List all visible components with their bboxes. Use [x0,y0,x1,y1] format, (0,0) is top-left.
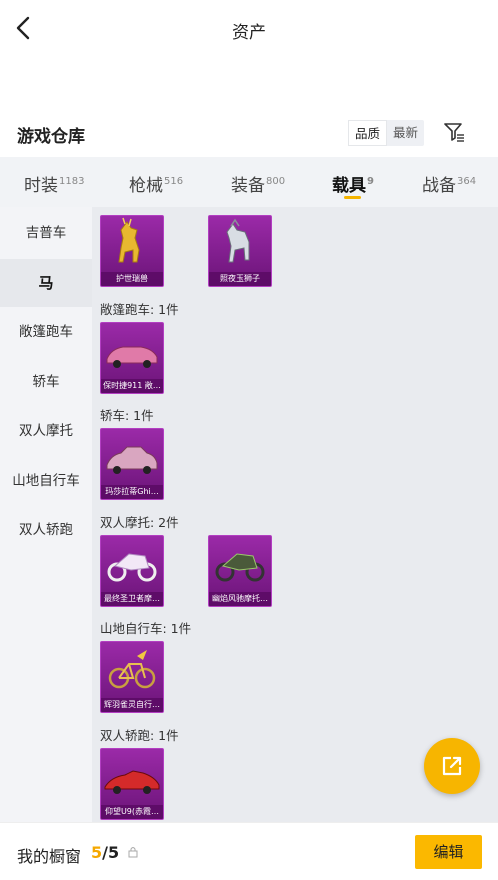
showcase-bar: 我的橱窗 5/5 编辑 [0,822,498,880]
sidebar-item-horse[interactable]: 马 [0,259,92,307]
tab-label: 时装 [24,176,58,196]
tab-label: 载具 [332,176,366,196]
tab-label: 装备 [231,176,265,196]
vehicle-name: 保时捷911 敞… [101,379,163,393]
top-bar: 资产 [0,0,498,58]
tab-count: 9 [367,176,374,187]
red-supercar-icon [104,770,160,794]
tab-vehicles[interactable]: 载具9 [332,171,374,196]
white-motorcycle-icon [107,553,157,582]
tab-label: 战备 [422,176,456,196]
vehicle-list: 护世瑞兽 照夜玉狮子 敞篷跑车: 1件 保时捷911 敞… 轿车: 1件 玛莎拉… [92,207,498,822]
tab-fashion[interactable]: 时装1183 [24,171,84,196]
vehicle-card[interactable]: 辉羽雀灵自行… [100,641,164,713]
tab-supplies[interactable]: 战备364 [422,171,476,196]
vehicle-name: 仰望U9(赤霞… [101,805,163,819]
showcase-label: 我的橱窗 [17,847,82,866]
tab-weapons[interactable]: 枪械516 [129,171,183,196]
showcase-count: 5/5 [91,843,119,862]
sidebar-item-sedan[interactable]: 轿车 [0,358,92,406]
sidebar-item-coupe[interactable]: 双人轿跑 [0,506,92,554]
page-title: 资产 [232,23,266,43]
vehicle-name: 玛莎拉蒂Ghi… [101,485,163,499]
vehicle-name: 幽焰风驰摩托… [209,592,271,606]
section-label: 轿车: 1件 [100,408,154,423]
showcase-total: /5 [102,843,120,862]
tab-equipment[interactable]: 装备800 [231,171,285,196]
vehicle-card[interactable]: 最终圣卫者摩… [100,535,164,607]
showcase-current: 5 [91,843,103,862]
share-external-icon [442,756,462,776]
vehicle-name: 最终圣卫者摩… [101,592,163,606]
vehicle-card[interactable]: 仰望U9(赤霞… [100,748,164,820]
vehicle-type-sidebar: 吉普车 马 敞篷跑车 轿车 双人摩托 山地自行车 双人轿跑 [0,207,92,822]
golden-bicycle-icon [108,650,156,689]
green-motorcycle-icon [215,553,265,582]
section-label: 双人轿跑: 1件 [100,728,179,743]
section-label: 山地自行车: 1件 [100,621,192,636]
filter-icon[interactable] [442,120,466,144]
vehicle-name: 照夜玉狮子 [209,272,271,286]
vehicle-card[interactable]: 保时捷911 敞… [100,322,164,394]
tab-count: 1183 [59,176,85,187]
tab-count: 516 [164,176,184,187]
edit-button[interactable]: 编辑 [415,835,482,869]
vehicle-card[interactable]: 幽焰风驰摩托… [208,535,272,607]
share-fab-button[interactable] [424,738,480,794]
pink-sedan-icon [106,446,158,474]
sidebar-item-mountain-bike[interactable]: 山地自行车 [0,457,92,505]
vehicle-card[interactable]: 玛莎拉蒂Ghi… [100,428,164,500]
silver-horse-icon [226,218,250,263]
section-label: 敞篷跑车: 1件 [100,302,179,317]
vehicle-name: 辉羽雀灵自行… [101,698,163,712]
sort-quality-button[interactable]: 品质 [348,120,388,146]
sidebar-item-jeep[interactable]: 吉普车 [0,209,92,257]
warehouse-title: 游戏仓库 [17,127,85,147]
category-tabs: 时装1183 枪械516 装备800 载具9 战备364 [0,157,498,207]
tab-count: 800 [266,176,286,187]
sidebar-item-convertible[interactable]: 敞篷跑车 [0,308,92,356]
active-tab-indicator [344,196,361,199]
vehicle-card[interactable]: 护世瑞兽 [100,215,164,287]
sort-latest-button[interactable]: 最新 [387,120,424,146]
sort-toggle: 品质 最新 [348,120,425,146]
tab-label: 枪械 [129,176,163,196]
vehicle-name: 护世瑞兽 [101,272,163,286]
pink-convertible-icon [106,346,158,368]
section-label: 双人摩托: 2件 [100,515,179,530]
lock-icon [128,847,138,858]
vehicle-card[interactable]: 照夜玉狮子 [208,215,272,287]
tab-count: 364 [457,176,477,187]
golden-horse-icon [118,217,140,263]
sidebar-item-motorcycle[interactable]: 双人摩托 [0,407,92,455]
